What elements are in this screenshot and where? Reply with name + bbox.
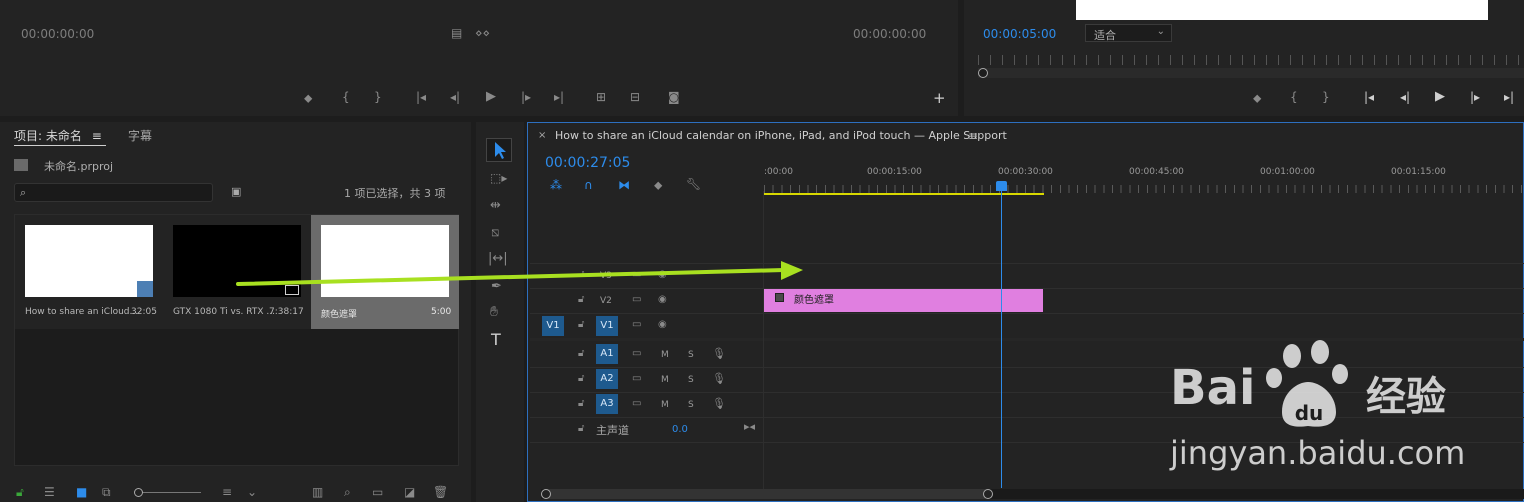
baidu-watermark: Bai du 经验 jingyan.baidu.com	[1170, 338, 1520, 488]
svg-text:du: du	[1295, 401, 1324, 425]
baidu-paw-icon: du	[1266, 340, 1348, 427]
baidu-jingyan-text: 经验	[1366, 374, 1446, 420]
baidu-brand-text: Bai	[1170, 360, 1256, 416]
baidu-url-text: jingyan.baidu.com	[1170, 434, 1466, 472]
